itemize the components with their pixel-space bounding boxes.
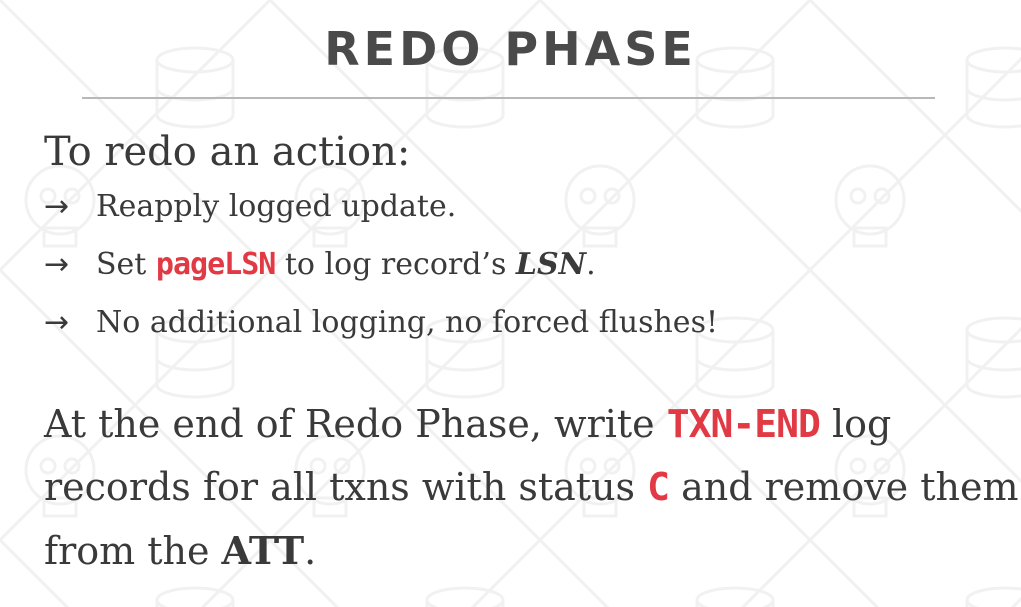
lead-text: To redo an action: xyxy=(44,129,411,175)
paragraph-text: and remove them xyxy=(669,465,1019,509)
bullet-item: → Set pageLSN to log record’s LSN. xyxy=(44,240,718,298)
paragraph-line-1: At the end of Redo Phase, write TXN-END … xyxy=(44,393,994,456)
emphasis-lsn: LSN xyxy=(515,247,587,282)
bullet-list: → Reapply logged update. → Set pageLSN to … xyxy=(44,182,718,356)
bullet-text-suffix: . xyxy=(586,247,596,282)
bullet-text-middle: to log record’s xyxy=(275,247,516,282)
slide-title: REDO PHASE xyxy=(324,22,697,76)
title-divider xyxy=(82,97,935,99)
bullet-text: No additional logging, no forced flushes… xyxy=(96,305,719,340)
arrow-icon: → xyxy=(44,189,70,224)
arrow-icon: → xyxy=(44,247,70,282)
bullet-text: Reapply logged update. xyxy=(96,189,457,224)
paragraph-text: from the xyxy=(44,529,222,573)
paragraph-text: . xyxy=(304,529,317,573)
summary-paragraph: At the end of Redo Phase, write TXN-END … xyxy=(44,393,1019,583)
paragraph-text: records for all txns with status xyxy=(44,465,648,509)
paragraph-text: log xyxy=(819,402,892,446)
paragraph-line-3: from the ATT. xyxy=(44,519,994,583)
arrow-icon: → xyxy=(44,305,70,340)
code-status-c: C xyxy=(647,465,670,509)
code-txn-end: TXN-END xyxy=(666,402,821,446)
bullet-text-prefix: Set xyxy=(96,247,156,282)
paragraph-text: At the end of Redo Phase, write xyxy=(44,402,667,446)
code-pagelsn: pageLSN xyxy=(155,247,276,282)
bullet-item: → Reapply logged update. xyxy=(44,182,718,240)
paragraph-line-2: records for all txns with status C and r… xyxy=(44,456,1019,519)
bullet-item: → No additional logging, no forced flushe… xyxy=(44,298,718,356)
slide: REDO PHASE To redo an action: → Reapply l… xyxy=(0,0,1021,607)
bold-att: ATT xyxy=(221,528,305,573)
